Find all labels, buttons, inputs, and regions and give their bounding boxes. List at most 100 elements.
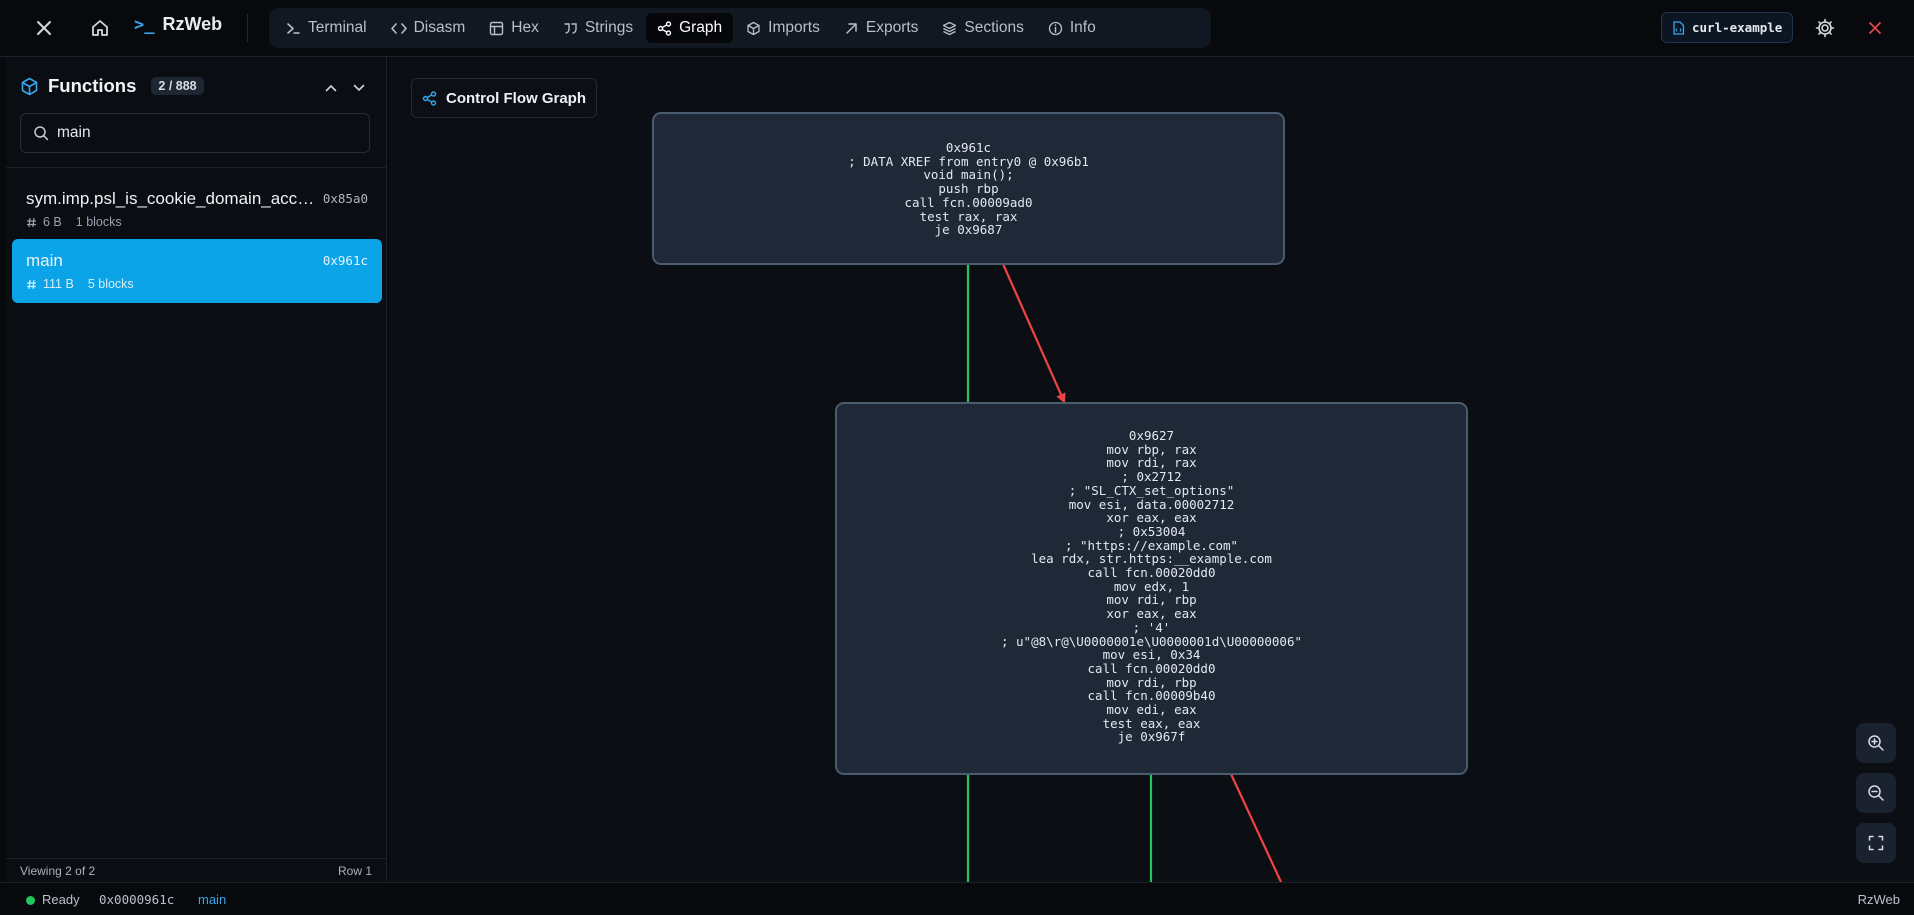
maximize-icon — [1868, 835, 1884, 851]
edge-false — [1230, 773, 1282, 882]
asm-line: ; "https://example.com" — [1064, 537, 1239, 553]
tab-graph[interactable]: Graph — [646, 13, 734, 43]
zoom-in-icon — [1868, 735, 1884, 751]
asm-line: ; 0x53004 — [1117, 523, 1186, 539]
quote-icon — [564, 22, 577, 34]
sidebar-title: Functions — [48, 75, 137, 96]
asm-line: je 0x9687 — [934, 222, 1003, 238]
tab-imports[interactable]: Imports — [735, 13, 831, 43]
graph-canvas[interactable]: Control Flow Graph 0x961c; DATA XREF fro… — [389, 57, 1914, 882]
status-function[interactable]: main — [198, 892, 226, 907]
info-icon — [1048, 21, 1063, 35]
graph-node-0x9627[interactable]: 0x9627 mov rbp, rax mov rdi, rax; 0x2712; … — [835, 402, 1468, 775]
arrow-up-right-icon — [846, 22, 857, 34]
asm-line: ; u"@8\r@\U0000001e\U0000001d\U00000006" — [1000, 633, 1303, 649]
asm-line: mov rdi, rbp — [1106, 674, 1197, 690]
asm-line: test eax, eax — [1102, 715, 1201, 731]
tab-disasm[interactable]: Disasm — [380, 13, 477, 43]
status-brand: RzWeb — [1857, 892, 1900, 907]
asm-line: xor eax, eax — [1106, 510, 1197, 526]
asm-line: ; 0x2712 — [1121, 469, 1182, 485]
tab-terminal[interactable]: Terminal — [275, 13, 378, 43]
search-input[interactable] — [57, 124, 347, 142]
asm-line: mov esi, data.00002712 — [1068, 496, 1235, 512]
function-search[interactable] — [20, 113, 370, 153]
asm-line: call fcn.00009b40 — [1087, 688, 1216, 704]
function-name: main — [26, 251, 63, 270]
fit-view-button[interactable] — [1856, 823, 1896, 863]
terminal-icon — [287, 22, 300, 34]
asm-line: ; "SL_CTX_set_options" — [1068, 482, 1235, 498]
function-item-psl-is-cookie-domain[interactable]: sym.imp.psl_is_cookie_domain_acceptable … — [12, 177, 382, 241]
cube-icon — [21, 77, 38, 95]
row-indicator: Row 1 — [337, 863, 372, 878]
function-address: 0x85a0 — [322, 191, 368, 206]
asm-line: ; '4' — [1132, 619, 1171, 635]
asm-line: mov rdi, rbp — [1106, 592, 1197, 608]
edge-false — [1001, 263, 1066, 404]
asm-line: mov edx, 1 — [1113, 578, 1190, 594]
zoom-out-icon — [1868, 785, 1884, 801]
divider — [6, 167, 386, 168]
chevron-up-icon[interactable] — [318, 75, 344, 101]
search-icon — [34, 126, 49, 141]
view-tabs: Terminal Disasm Hex Strings Graph Import… — [269, 8, 1211, 48]
sidebar-footer: Viewing 2 of 2 Row 1 — [6, 858, 386, 882]
layers-icon — [943, 21, 957, 35]
app-window: >_ RzWeb Terminal Disasm Hex Strings Gra… — [0, 0, 1914, 915]
asm-line: push rbp — [938, 181, 999, 197]
function-blocks: 1 blocks — [75, 215, 122, 229]
asm-line: call fcn.00020dd0 — [1087, 660, 1216, 676]
status-address: 0x0000961c — [99, 892, 175, 907]
function-item-main[interactable]: main 0x961c 111 B 5 blocks — [12, 239, 382, 303]
zoom-in-button[interactable] — [1856, 723, 1896, 763]
brand-logo[interactable]: >_ RzWeb — [134, 14, 222, 35]
asm-line: je 0x967f — [1117, 729, 1186, 745]
asm-line: void main(); — [923, 167, 1014, 183]
terminal-prompt-icon: >_ — [134, 14, 155, 35]
cfg-title: Control Flow Graph — [411, 78, 597, 118]
close-icon[interactable] — [24, 8, 64, 48]
function-size: 6 B — [43, 215, 62, 229]
asm-line: xor eax, eax — [1106, 606, 1197, 622]
tab-exports[interactable]: Exports — [833, 13, 930, 43]
status-indicator — [26, 896, 35, 905]
node-address: 0x9627 — [1128, 428, 1175, 443]
graph-node-0x961c[interactable]: 0x961c; DATA XREF from entry0 @ 0x96b1 vo… — [652, 112, 1285, 265]
top-bar: >_ RzWeb Terminal Disasm Hex Strings Gra… — [0, 0, 1914, 57]
function-size: 111 B — [43, 277, 74, 291]
tab-hex[interactable]: Hex — [478, 13, 550, 43]
tab-info[interactable]: Info — [1037, 13, 1107, 43]
asm-line: call fcn.00020dd0 — [1087, 565, 1216, 581]
asm-line: call fcn.00009ad0 — [904, 194, 1033, 210]
package-icon — [747, 21, 760, 35]
share-icon — [657, 20, 672, 36]
function-address: 0x961c — [322, 253, 368, 268]
asm-line: mov rdi, rax — [1106, 455, 1197, 471]
file-name-chip[interactable]: curl-example — [1661, 12, 1794, 43]
function-meta: 6 B 1 blocks — [26, 215, 368, 229]
functions-sidebar: Functions 2 / 888 sym.imp.psl_is_cookie_… — [6, 57, 387, 882]
zoom-out-button[interactable] — [1856, 773, 1896, 813]
asm-line: mov esi, 0x34 — [1102, 647, 1201, 663]
asm-line: test rax, rax — [919, 208, 1018, 224]
brand-name: RzWeb — [162, 14, 223, 34]
function-name: sym.imp.psl_is_cookie_domain_acceptable — [26, 189, 316, 208]
home-icon[interactable] — [80, 8, 120, 48]
function-blocks: 5 blocks — [87, 277, 134, 291]
status-state: Ready — [42, 892, 80, 907]
asm-line: mov edi, eax — [1106, 702, 1197, 718]
asm-line: lea rdx, str.https:__example.com — [1031, 551, 1272, 567]
gear-icon[interactable] — [1805, 8, 1845, 48]
sidebar-header: Functions 2 / 888 — [20, 75, 204, 97]
viewing-count: Viewing 2 of 2 — [20, 863, 96, 878]
asm-line: ; DATA XREF from entry0 @ 0x96b1 — [848, 153, 1089, 169]
asm-line: mov rbp, rax — [1106, 441, 1197, 457]
code-icon — [390, 22, 407, 34]
table-icon — [490, 21, 504, 35]
chevron-down-icon[interactable] — [346, 75, 372, 101]
file-code-icon — [1673, 20, 1685, 35]
tab-sections[interactable]: Sections — [931, 13, 1034, 43]
tab-strings[interactable]: Strings — [552, 13, 644, 43]
close-file-icon[interactable] — [1855, 8, 1895, 48]
